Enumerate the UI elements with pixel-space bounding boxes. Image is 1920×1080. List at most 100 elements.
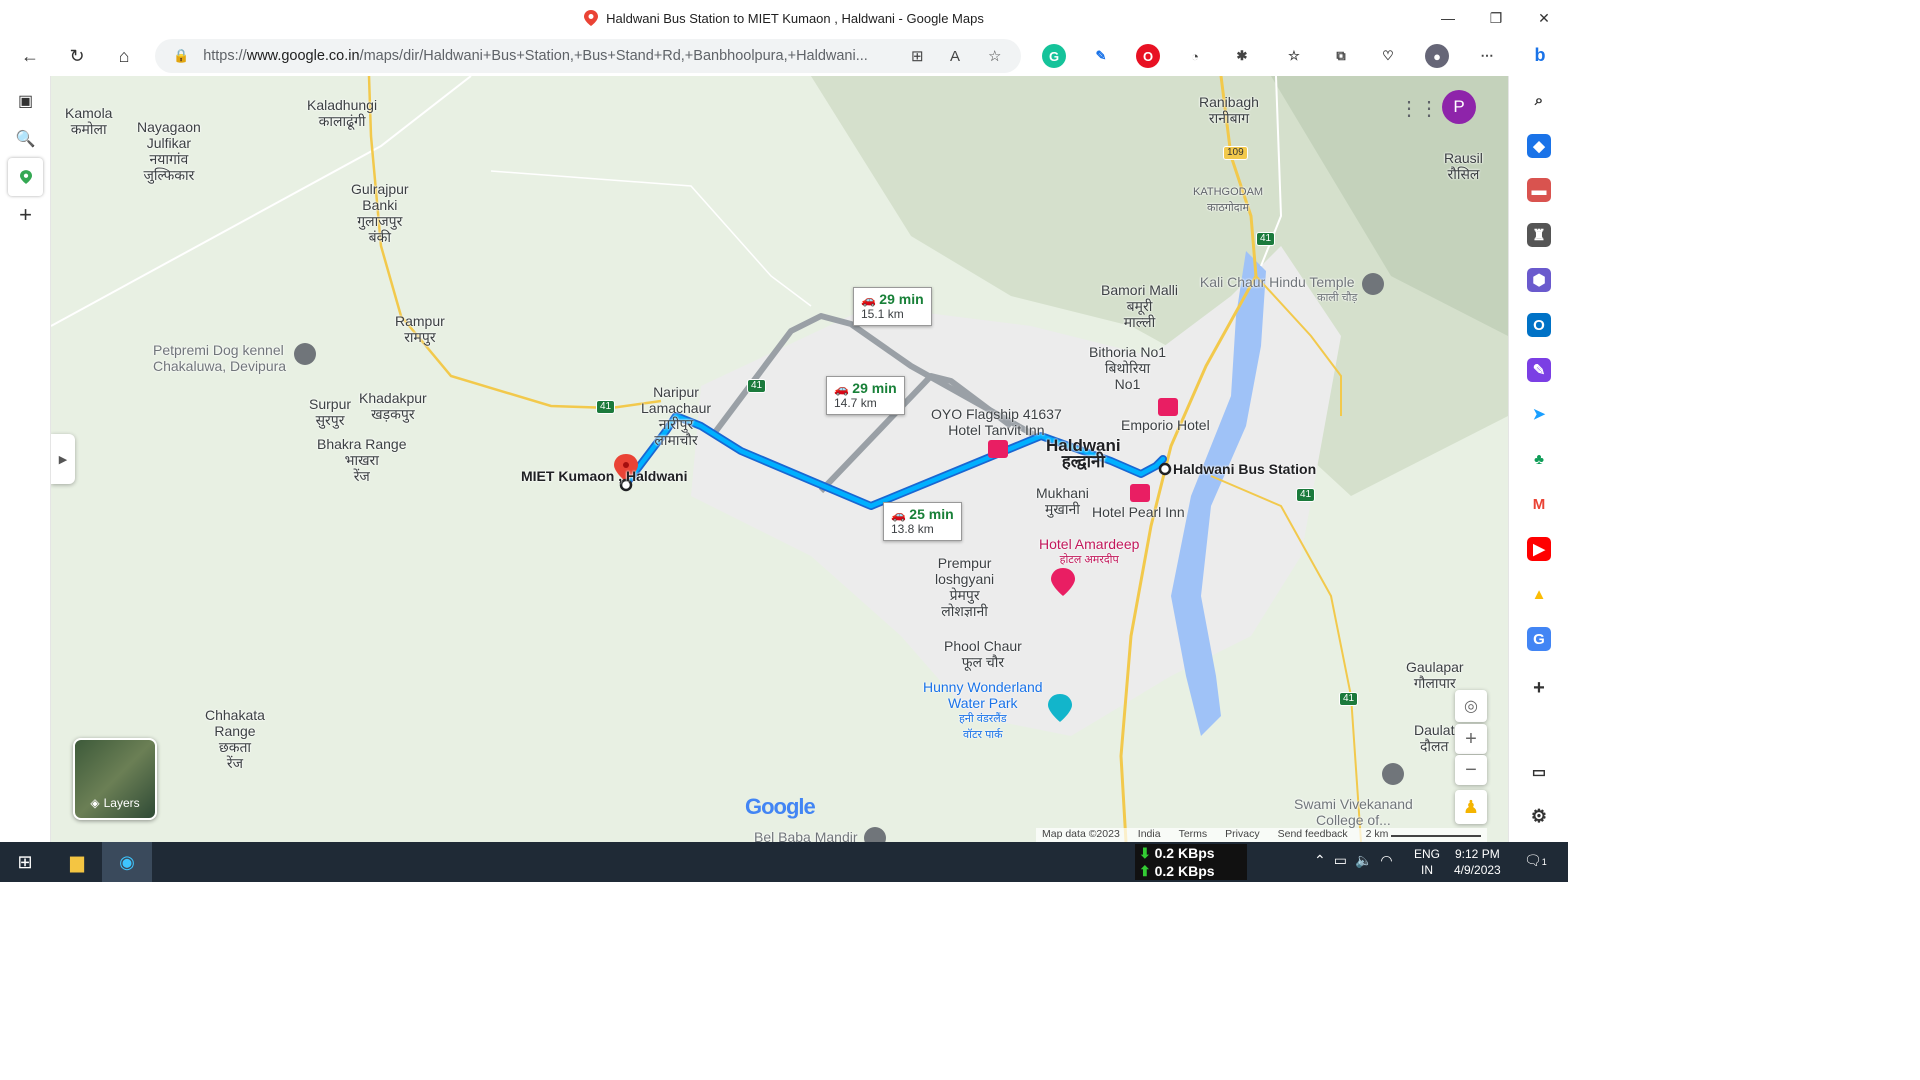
games-icon[interactable]: ♜ <box>1527 223 1551 247</box>
terms-link[interactable]: Terms <box>1179 828 1208 842</box>
back-icon[interactable]: ← <box>7 36 53 76</box>
outlook-icon[interactable]: O <box>1527 313 1551 337</box>
search-tab-icon[interactable]: 🔍 <box>0 120 51 158</box>
zoom-out-icon[interactable]: − <box>1455 755 1487 785</box>
place-phool-chaur: Phool Chaur फूल चौर <box>944 638 1022 670</box>
address-url[interactable]: https://www.google.co.in/maps/dir/Haldwa… <box>203 48 903 64</box>
minimize-button[interactable]: — <box>1424 0 1472 36</box>
tools-icon[interactable]: ▬ <box>1527 178 1551 202</box>
route-option-1[interactable]: 🚗 25 min 13.8 km <box>883 502 962 541</box>
pegman-icon[interactable]: ♟ <box>1455 790 1487 824</box>
windows-icon[interactable]: ⊞ <box>0 842 50 882</box>
home-icon[interactable]: ⌂ <box>101 36 147 76</box>
send-feedback-link[interactable]: Send feedback <box>1278 828 1348 842</box>
pen-extension-icon[interactable]: ✎ <box>1089 44 1113 68</box>
car-icon: 🚗 <box>891 508 906 522</box>
scale-bar[interactable]: 2 km <box>1366 828 1482 842</box>
read-aloud-icon[interactable]: A <box>950 48 960 65</box>
gmail-icon[interactable]: M <box>1527 492 1551 516</box>
language-indicator[interactable]: ENG IN <box>1414 846 1440 878</box>
place-nayagaon: Nayagaon Julfikar नयागांव जुल्फिकार <box>137 119 201 183</box>
app-available-icon[interactable]: ⊞ <box>911 47 924 65</box>
lock-icon: 🔒 <box>173 48 190 63</box>
place-petpremi[interactable]: Petpremi Dog kennel Chakaluwa, Devipura <box>153 342 286 374</box>
restore-button[interactable]: ❐ <box>1472 0 1520 36</box>
origin-label[interactable]: Haldwani Bus Station <box>1173 461 1316 477</box>
highway-shield: 41 <box>747 379 767 393</box>
explorer-icon[interactable]: ▆ <box>52 842 102 882</box>
youtube-icon[interactable]: ▶ <box>1527 537 1551 561</box>
title-bar: Haldwani Bus Station to MIET Kumaon , Ha… <box>0 0 1568 36</box>
place-amardeep[interactable]: Hotel Amardeep होटल अमरदीप <box>1039 536 1139 568</box>
layers-label: Layers <box>103 796 140 810</box>
browser-essentials-icon[interactable]: ♡ <box>1376 44 1400 68</box>
highway-shield: 109 <box>1223 146 1248 160</box>
account-avatar[interactable]: P <box>1442 90 1476 124</box>
place-pearl[interactable]: Hotel Pearl Inn <box>1092 504 1185 520</box>
notification-icon[interactable]: 🗨1 <box>1524 852 1547 869</box>
collections-icon[interactable]: ⧉ <box>1329 44 1353 68</box>
map-canvas[interactable]: Kamola कमोला Nayagaon Julfikar नयागांव जुल्फ… <box>51 76 1508 842</box>
favorites-icon[interactable]: ☆ <box>1282 44 1306 68</box>
place-bel-baba[interactable]: Bel Baba Mandir <box>754 829 858 842</box>
add-sidebar-icon[interactable]: + <box>1527 676 1551 700</box>
gear-icon[interactable]: ⚙ <box>1527 804 1551 828</box>
highway-shield: 41 <box>1256 232 1276 246</box>
destination-label[interactable]: MIET Kumaon , Haldwani <box>521 468 687 484</box>
address-bar[interactable]: 🔒 https://www.google.co.in/maps/dir/Hald… <box>155 39 1021 73</box>
place-bhakra: Bhakra Range भाखरा रेंज <box>317 436 407 484</box>
shopping-icon[interactable]: ◆ <box>1527 134 1551 158</box>
place-chhakata: Chhakata Range छकता रेंज <box>205 707 265 771</box>
edge-icon[interactable]: ◉ <box>102 842 152 882</box>
performance-icon[interactable]: ◔ <box>1183 44 1207 68</box>
place-kalichaur[interactable]: Kali Chaur Hindu Temple काली चौड़ <box>1197 274 1358 306</box>
place-naripur: Naripur Lamachaur नारीपुर लामाचौर <box>641 384 712 448</box>
office-icon[interactable]: ⬢ <box>1527 268 1551 292</box>
bing-chat-icon[interactable]: b <box>1525 40 1555 70</box>
tray-icons[interactable]: ⌃▭🔈◠ <box>1314 852 1401 869</box>
india-link[interactable]: India <box>1138 828 1161 842</box>
vertical-tab-bar: ▣ 🔍 + <box>0 76 51 842</box>
hide-sidebar-icon[interactable]: ▭ <box>1527 760 1551 784</box>
layers-button[interactable]: ◈ Layers <box>73 738 157 820</box>
maps-tab-icon[interactable] <box>8 158 43 196</box>
telegram-icon[interactable]: ➤ <box>1527 402 1551 426</box>
search-icon[interactable]: ⌕ <box>1527 88 1551 112</box>
grammarly-extension-icon[interactable]: G <box>1042 44 1066 68</box>
place-emporio[interactable]: Emporio Hotel <box>1121 417 1210 433</box>
editor-icon[interactable]: ✎ <box>1527 358 1551 382</box>
place-hunny-wonderland[interactable]: Hunny Wonderland Water Park हनी वंडरलैंड वॉ… <box>923 679 1043 743</box>
translate-icon[interactable]: G <box>1527 627 1551 651</box>
place-swami-vivekanand[interactable]: Swami Vivekanand College of... <box>1294 796 1413 828</box>
route-option-3[interactable]: 🚗 29 min 15.1 km <box>853 287 932 326</box>
drive-icon[interactable]: ▲ <box>1527 582 1551 606</box>
tab-actions-icon[interactable]: ▣ <box>0 82 51 120</box>
clock[interactable]: 9:12 PM 4/9/2023 <box>1454 846 1501 878</box>
extensions-icon[interactable]: ✱ <box>1230 44 1254 68</box>
browser-toolbar: ← ↻ ⌂ 🔒 https://www.google.co.in/maps/di… <box>0 36 1568 76</box>
place-rausil: Rausil रौसिल <box>1444 150 1483 182</box>
settings-more-icon[interactable]: ⋯ <box>1475 44 1499 68</box>
locate-icon[interactable]: ◎ <box>1455 690 1487 722</box>
profile-avatar[interactable]: ● <box>1425 44 1449 68</box>
edge-sidebar: ⌕ ◆ ▬ ♜ ⬢ O ✎ ➤ ♣ M ▶ ▲ G + ▭ ⚙ <box>1508 76 1568 842</box>
opera-extension-icon[interactable]: O <box>1136 44 1160 68</box>
place-kathgodam: KATHGODAM काठगोदाम <box>1193 186 1264 214</box>
place-surpur: Surpur सुरपुर <box>309 396 352 428</box>
place-oyo[interactable]: OYO Flagship 41637 Hotel Tanvit Inn <box>931 406 1062 438</box>
place-bithoria: Bithoria No1 बिथोरिया No1 <box>1089 344 1167 392</box>
place-kaladhungi: Kaladhungi कालाढूंगी <box>307 97 378 129</box>
add-favorite-icon[interactable]: ☆ <box>988 47 1001 65</box>
route-option-2[interactable]: 🚗 29 min 14.7 km <box>826 376 905 415</box>
zoom-in-icon[interactable]: + <box>1455 724 1487 754</box>
expand-panel-button[interactable]: ▶ <box>51 434 75 484</box>
privacy-link[interactable]: Privacy <box>1225 828 1259 842</box>
refresh-icon[interactable]: ↻ <box>54 36 100 76</box>
map-data-text: Map data ©2023 <box>1042 828 1120 840</box>
tree-icon[interactable]: ♣ <box>1527 447 1551 471</box>
place-khadakpur: Khadakpur खड़कपुर <box>359 390 427 422</box>
new-tab-icon[interactable]: + <box>0 196 51 234</box>
highway-shield: 41 <box>1339 692 1359 706</box>
close-window-button[interactable]: ✕ <box>1520 0 1568 36</box>
place-daulat: Daulat दौलत <box>1414 722 1455 754</box>
